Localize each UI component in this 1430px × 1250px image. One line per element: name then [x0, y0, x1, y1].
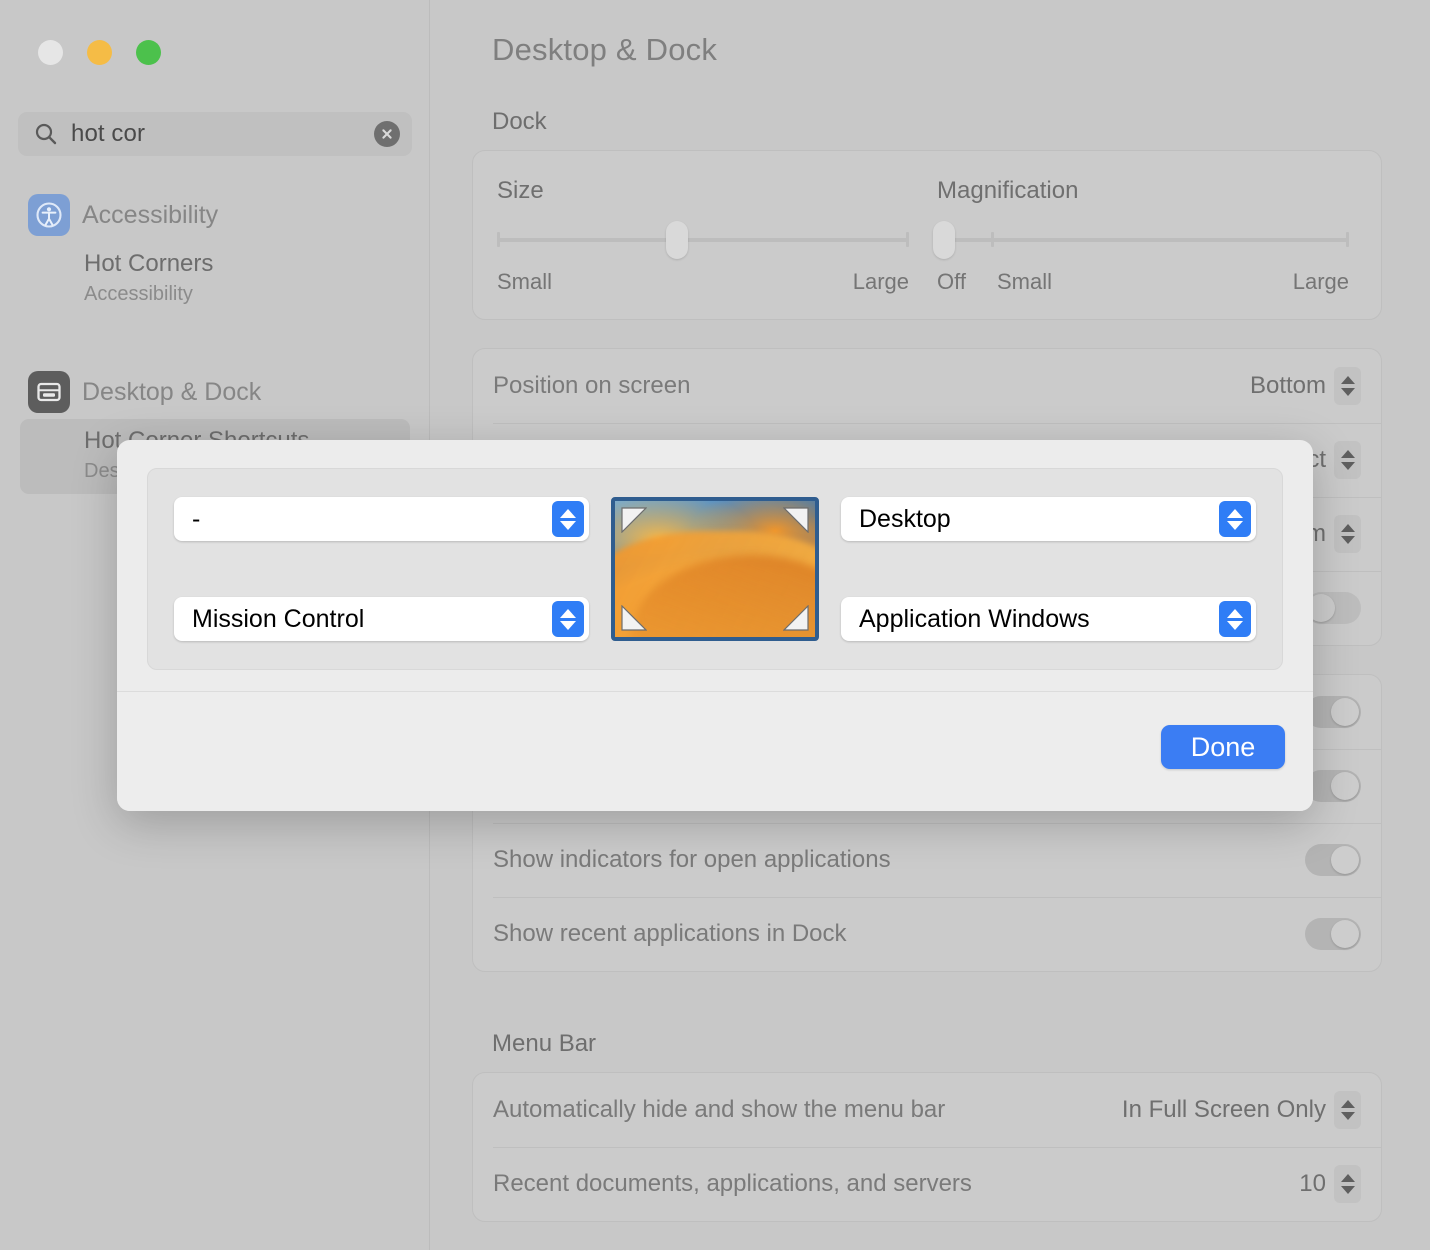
row-value: Bottom: [1250, 372, 1326, 400]
dock-size-slider[interactable]: [497, 227, 909, 253]
row-label: Recent documents, applications, and serv…: [493, 1170, 1299, 1198]
slider-track: [497, 238, 909, 242]
result-group-desktop-dock: Desktop & Dock: [0, 365, 430, 419]
desktop-wallpaper-preview: [611, 497, 819, 641]
result-subtitle: Accessibility: [84, 280, 410, 308]
slider-label: Magnification: [937, 177, 1349, 205]
corner-marker-bottom-left-icon: [621, 605, 647, 631]
chevron-updown-icon[interactable]: [552, 501, 584, 537]
chevron-updown-icon[interactable]: [1219, 501, 1251, 537]
slider-max-label: Large: [1293, 269, 1349, 295]
slider-off-label: Off: [937, 269, 966, 295]
corner-marker-bottom-right-icon: [783, 605, 809, 631]
search-icon: [34, 122, 58, 146]
minimize-button[interactable]: [87, 40, 112, 65]
clear-icon[interactable]: [374, 121, 400, 147]
popup-value: -: [192, 505, 552, 534]
row-value: 10: [1299, 1170, 1326, 1198]
search-field[interactable]: hot cor: [18, 112, 412, 156]
result-name: Hot Corners: [84, 249, 410, 280]
system-settings-window: hot cor Accessibility: [0, 0, 1430, 1250]
slider-knob[interactable]: [666, 221, 688, 259]
group-title: Desktop & Dock: [82, 378, 261, 407]
slider-tick-max: [906, 232, 909, 247]
corner-marker-top-left-icon: [621, 507, 647, 533]
hot-corners-left-column: - Mission Control: [174, 497, 611, 641]
popup-value: Mission Control: [192, 605, 552, 634]
row-label: Show recent applications in Dock: [493, 920, 1305, 948]
zoom-button[interactable]: [136, 40, 161, 65]
row-label: Show indicators for open applications: [493, 846, 1305, 874]
row-show-recent-apps[interactable]: Show recent applications in Dock: [473, 897, 1381, 971]
accessibility-icon: [28, 194, 70, 236]
row-value: In Full Screen Only: [1122, 1096, 1326, 1124]
row-recent-documents[interactable]: Recent documents, applications, and serv…: [473, 1147, 1381, 1221]
slider-label: Size: [497, 177, 909, 205]
result-group-accessibility: Accessibility: [0, 188, 430, 242]
slider-tick-max: [1346, 232, 1349, 247]
row-position-on-screen[interactable]: Position on screen Bottom: [473, 349, 1381, 423]
section-heading-dock: Dock: [492, 108, 1430, 136]
section-heading-menu-bar: Menu Bar: [492, 1030, 1430, 1058]
chevron-updown-icon[interactable]: [1334, 515, 1361, 553]
desktop-dock-icon: [28, 371, 70, 413]
hot-corner-bottom-right-popup[interactable]: Application Windows: [841, 597, 1256, 641]
hot-corners-grid: - Mission Control: [147, 468, 1283, 670]
dock-magnification-slider-group: Magnification Off Small Large: [937, 177, 1357, 297]
toggle-switch[interactable]: [1305, 696, 1361, 728]
slider-track: [937, 238, 1349, 242]
slider-min-label: Small: [497, 269, 552, 295]
chevron-updown-icon[interactable]: [552, 601, 584, 637]
hot-corner-bottom-left-popup[interactable]: Mission Control: [174, 597, 589, 641]
chevron-updown-icon[interactable]: [1334, 367, 1361, 405]
dock-sliders-card: Size Small Large Magnifica: [472, 150, 1382, 320]
search-input[interactable]: hot cor: [71, 120, 374, 148]
window-controls: [38, 40, 161, 65]
row-show-indicators[interactable]: Show indicators for open applications: [473, 823, 1381, 897]
corner-marker-top-right-icon: [783, 507, 809, 533]
slider-min-label: Small: [997, 269, 1052, 295]
toggle-switch[interactable]: [1305, 592, 1361, 624]
hot-corner-top-left-popup[interactable]: -: [174, 497, 589, 541]
row-label: Position on screen: [493, 372, 1250, 400]
dock-magnification-slider[interactable]: [937, 227, 1349, 253]
slider-tick-min: [497, 232, 500, 247]
chevron-updown-icon[interactable]: [1219, 601, 1251, 637]
done-button[interactable]: Done: [1161, 725, 1285, 769]
slider-max-label: Large: [853, 269, 909, 295]
hot-corner-top-right-popup[interactable]: Desktop: [841, 497, 1256, 541]
hot-corners-right-column: Desktop Application Windows: [819, 497, 1256, 641]
toggle-switch[interactable]: [1305, 918, 1361, 950]
dock-size-slider-group: Size Small Large: [497, 177, 937, 297]
chevron-updown-icon[interactable]: [1334, 441, 1361, 479]
row-label: Automatically hide and show the menu bar: [493, 1096, 1122, 1124]
chevron-updown-icon[interactable]: [1334, 1165, 1361, 1203]
popup-value: Desktop: [859, 505, 1219, 534]
row-auto-hide-menu-bar[interactable]: Automatically hide and show the menu bar…: [473, 1073, 1381, 1147]
hot-corners-body: - Mission Control: [117, 440, 1313, 670]
close-button[interactable]: [38, 40, 63, 65]
toggle-switch[interactable]: [1305, 770, 1361, 802]
hot-corners-sheet: - Mission Control: [117, 440, 1313, 811]
popup-value: Application Windows: [859, 605, 1219, 634]
group-title: Accessibility: [82, 201, 218, 230]
chevron-updown-icon[interactable]: [1334, 1091, 1361, 1129]
sheet-footer: Done: [117, 691, 1313, 811]
toggle-switch[interactable]: [1305, 844, 1361, 876]
slider-tick-small: [991, 232, 994, 247]
menu-bar-card: Automatically hide and show the menu bar…: [472, 1072, 1382, 1222]
slider-knob[interactable]: [933, 221, 955, 259]
sidebar-result-hot-corners[interactable]: Hot Corners Accessibility: [20, 242, 410, 317]
page-title: Desktop & Dock: [492, 32, 717, 68]
